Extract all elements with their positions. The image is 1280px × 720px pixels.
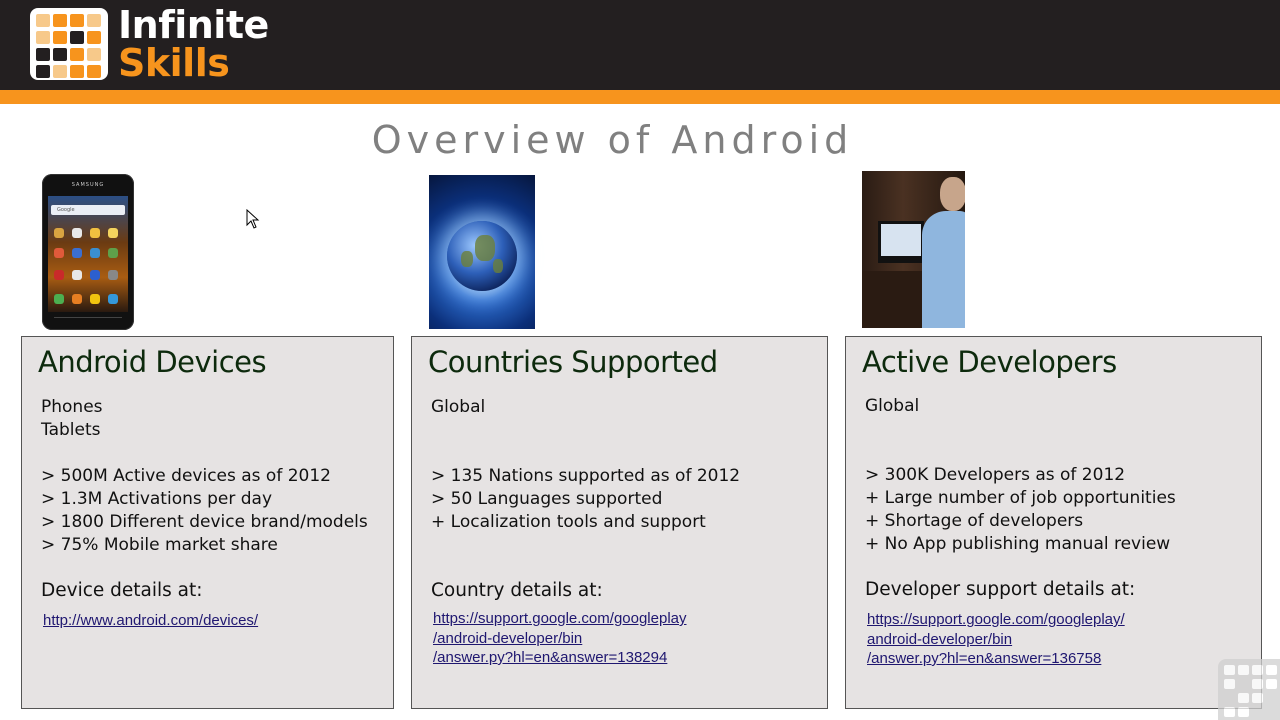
- panel-line: Global: [431, 397, 486, 417]
- header-bar: Infinite Skills: [0, 0, 1280, 90]
- earth-globe-icon: [447, 221, 517, 291]
- link-line[interactable]: https://support.google.com/googleplay/: [867, 610, 1125, 630]
- panel-line: Phones: [41, 397, 103, 417]
- panel-bullet: + Large number of job opportunities: [865, 488, 1176, 508]
- link-line[interactable]: /answer.py?hl=en&answer=136758: [867, 649, 1125, 669]
- phone-nav-buttons: [54, 317, 122, 322]
- panel-bullet: > 1.3M Activations per day: [41, 489, 273, 509]
- panel-bullet: > 500M Active devices as of 2012: [41, 466, 331, 486]
- panel-bullet: > 135 Nations supported as of 2012: [431, 466, 741, 486]
- device-details-link[interactable]: http://www.android.com/devices/: [43, 611, 258, 631]
- brand-line-2: Skills: [118, 41, 230, 85]
- infinite-skills-logo-icon: [30, 8, 108, 80]
- panel-bullet: > 1800 Different device brand/models: [41, 512, 368, 532]
- details-label: Device details at:: [41, 580, 203, 601]
- header-accent-stripe: [0, 90, 1280, 104]
- panel-countries-supported: Countries Supported Global > 135 Nations…: [411, 336, 828, 709]
- panel-bullet: > 50 Languages supported: [431, 489, 663, 509]
- link-line[interactable]: android-developer/bin: [867, 630, 1125, 650]
- mouse-cursor-icon: [246, 209, 260, 229]
- phone-search-label: Google: [57, 207, 75, 213]
- panel-line: Tablets: [41, 420, 101, 440]
- developer-support-link[interactable]: https://support.google.com/googleplay/ a…: [867, 610, 1125, 669]
- panel-android-devices: Android Devices Phones Tablets > 500M Ac…: [21, 336, 394, 709]
- details-label: Country details at:: [431, 580, 603, 601]
- link-line[interactable]: /android-developer/bin: [433, 629, 687, 649]
- panel-bullet: + Localization tools and support: [431, 512, 706, 532]
- brand-line-1: Infinite: [118, 3, 269, 47]
- slide-title: Overview of Android: [371, 118, 854, 162]
- brand-wordmark: Infinite Skills: [118, 6, 269, 82]
- android-phone-image: SAMSUNG Google: [42, 174, 134, 330]
- developer-at-computer-image: [862, 171, 965, 328]
- panel-active-developers: Active Developers Global > 300K Develope…: [845, 336, 1262, 709]
- watermark-logo-icon: [1218, 659, 1280, 720]
- phone-search-bar: Google: [51, 205, 125, 215]
- panel-heading: Active Developers: [862, 345, 1117, 379]
- details-label: Developer support details at:: [865, 579, 1136, 600]
- panel-heading: Android Devices: [38, 345, 267, 379]
- country-details-link[interactable]: https://support.google.com/googleplay /a…: [433, 609, 687, 668]
- panel-bullet: > 300K Developers as of 2012: [865, 465, 1126, 485]
- link-line[interactable]: https://support.google.com/googleplay: [433, 609, 687, 629]
- phone-screen: Google: [48, 196, 128, 312]
- panel-bullet: + No App publishing manual review: [865, 534, 1171, 554]
- panel-bullet: > 75% Mobile market share: [41, 535, 278, 555]
- globe-image: [429, 175, 535, 329]
- panel-bullet: + Shortage of developers: [865, 511, 1084, 531]
- panel-heading: Countries Supported: [428, 345, 718, 379]
- link-line[interactable]: /answer.py?hl=en&answer=138294: [433, 648, 687, 668]
- panel-line: Global: [865, 396, 920, 416]
- phone-brand-label: SAMSUNG: [71, 182, 105, 188]
